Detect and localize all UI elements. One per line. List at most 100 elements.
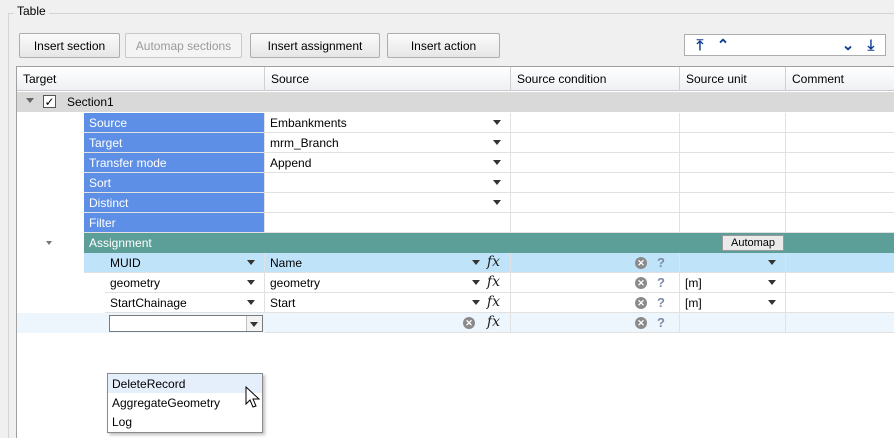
- source-unit-dropdown[interactable]: [680, 253, 786, 273]
- clear-icon[interactable]: ✕: [463, 317, 475, 329]
- table-row[interactable]: Transfer mode Append: [17, 153, 894, 173]
- table-row[interactable]: Source Embankments: [17, 113, 894, 133]
- comment-cell[interactable]: [786, 253, 894, 273]
- assignment-target-dropdown[interactable]: MUID: [105, 253, 265, 273]
- source-unit-cell[interactable]: [680, 173, 786, 193]
- assignment-row[interactable]: Assignment Automap: [17, 233, 894, 253]
- dropdown-option-aggregate-geometry[interactable]: AggregateGeometry: [108, 393, 262, 412]
- source-unit-cell[interactable]: [680, 113, 786, 133]
- comment-cell[interactable]: [786, 133, 894, 153]
- table-row[interactable]: geometry geometry fx ✕? [m]: [17, 273, 894, 293]
- help-icon[interactable]: ?: [657, 255, 665, 270]
- source-condition-cell[interactable]: [511, 193, 680, 213]
- collapse-icon[interactable]: [26, 98, 34, 103]
- chevron-down-icon[interactable]: [768, 280, 776, 285]
- source-condition-cell[interactable]: [511, 213, 680, 233]
- move-up-icon[interactable]: ⌃: [713, 35, 733, 55]
- clear-icon[interactable]: ✕: [635, 277, 647, 289]
- assignment-target-dropdown[interactable]: StartChainage: [105, 293, 265, 313]
- chevron-down-icon[interactable]: [247, 280, 255, 285]
- chevron-down-icon[interactable]: [472, 280, 480, 285]
- chevron-down-icon[interactable]: [493, 180, 501, 185]
- column-header-source-condition[interactable]: Source condition: [511, 67, 680, 91]
- function-icon[interactable]: fx: [487, 274, 500, 290]
- clear-icon[interactable]: ✕: [635, 257, 647, 269]
- chevron-down-icon[interactable]: [247, 300, 255, 305]
- action-expression-cell[interactable]: ✕ fx: [265, 313, 511, 333]
- table-row[interactable]: StartChainage Start fx ✕? [m]: [17, 293, 894, 313]
- chevron-down-icon[interactable]: [250, 322, 258, 327]
- collapse-icon[interactable]: [46, 241, 52, 245]
- comment-cell[interactable]: [786, 313, 894, 333]
- assignment-target-dropdown[interactable]: geometry: [105, 273, 265, 293]
- chevron-down-icon[interactable]: [768, 300, 776, 305]
- source-unit-cell[interactable]: [680, 193, 786, 213]
- source-condition-cell[interactable]: [511, 113, 680, 133]
- source-condition-cell[interactable]: [511, 173, 680, 193]
- new-action-row[interactable]: ✕ fx ✕?: [17, 313, 894, 333]
- property-value-dropdown[interactable]: mrm_Branch: [265, 133, 511, 153]
- chevron-down-icon[interactable]: [247, 260, 255, 265]
- move-down-icon[interactable]: ⌄: [838, 35, 858, 55]
- section-checkbox[interactable]: ✓: [43, 95, 56, 108]
- chevron-down-icon[interactable]: [493, 120, 501, 125]
- insert-assignment-button[interactable]: Insert assignment: [250, 33, 380, 58]
- comment-cell[interactable]: [786, 273, 894, 293]
- action-combobox[interactable]: [109, 315, 263, 332]
- move-to-top-icon[interactable]: ⤒: [690, 35, 710, 55]
- chevron-down-icon[interactable]: [768, 260, 776, 265]
- comment-cell[interactable]: [786, 173, 894, 193]
- insert-section-button[interactable]: Insert section: [19, 33, 120, 58]
- property-value-dropdown[interactable]: [265, 173, 511, 193]
- clear-icon[interactable]: ✕: [635, 317, 647, 329]
- dropdown-option-log[interactable]: Log: [108, 412, 262, 431]
- help-icon[interactable]: ?: [657, 315, 665, 330]
- section-row[interactable]: ✓ Section1: [17, 92, 894, 112]
- source-unit-cell[interactable]: [680, 133, 786, 153]
- comment-cell[interactable]: [786, 193, 894, 213]
- assignment-source-dropdown[interactable]: geometry fx: [265, 273, 511, 293]
- source-condition-cell[interactable]: [511, 153, 680, 173]
- source-condition-cell[interactable]: ✕?: [511, 293, 680, 313]
- assignment-source-dropdown[interactable]: Start fx: [265, 293, 511, 313]
- source-condition-cell[interactable]: ✕?: [511, 253, 680, 273]
- move-to-bottom-icon[interactable]: ⤓: [861, 35, 881, 55]
- insert-action-button[interactable]: Insert action: [387, 33, 500, 58]
- chevron-down-icon[interactable]: [493, 160, 501, 165]
- source-unit-cell[interactable]: [680, 313, 786, 333]
- comment-cell[interactable]: [786, 113, 894, 133]
- help-icon[interactable]: ?: [657, 295, 665, 310]
- function-icon[interactable]: fx: [487, 314, 500, 330]
- help-icon[interactable]: ?: [657, 275, 665, 290]
- source-condition-cell[interactable]: ✕?: [511, 313, 680, 333]
- assignment-source-dropdown[interactable]: Name fx: [265, 253, 511, 273]
- property-value-cell[interactable]: [265, 213, 511, 233]
- property-value-dropdown[interactable]: Embankments: [265, 113, 511, 133]
- automap-sections-button[interactable]: Automap sections: [125, 33, 242, 58]
- source-unit-cell[interactable]: [680, 153, 786, 173]
- table-row[interactable]: Distinct: [17, 193, 894, 213]
- chevron-down-icon[interactable]: [472, 260, 480, 265]
- table-row[interactable]: Filter: [17, 213, 894, 233]
- comment-cell[interactable]: [786, 293, 894, 313]
- clear-icon[interactable]: ✕: [635, 297, 647, 309]
- source-unit-dropdown[interactable]: [m]: [680, 273, 786, 293]
- property-value-dropdown[interactable]: [265, 193, 511, 213]
- column-header-source[interactable]: Source: [265, 67, 511, 91]
- source-condition-cell[interactable]: ✕?: [511, 273, 680, 293]
- column-header-source-unit[interactable]: Source unit: [680, 67, 786, 91]
- table-row[interactable]: Sort: [17, 173, 894, 193]
- source-unit-dropdown[interactable]: [m]: [680, 293, 786, 313]
- function-icon[interactable]: fx: [487, 254, 500, 270]
- function-icon[interactable]: fx: [487, 294, 500, 310]
- source-condition-cell[interactable]: [511, 133, 680, 153]
- chevron-down-icon[interactable]: [472, 300, 480, 305]
- automap-button[interactable]: Automap: [722, 235, 784, 251]
- column-header-target[interactable]: Target: [17, 67, 265, 91]
- table-row[interactable]: Target mrm_Branch: [17, 133, 894, 153]
- comment-cell[interactable]: [786, 213, 894, 233]
- dropdown-option-delete-record[interactable]: DeleteRecord: [108, 374, 262, 393]
- comment-cell[interactable]: [786, 153, 894, 173]
- column-header-comment[interactable]: Comment: [786, 67, 894, 91]
- property-value-dropdown[interactable]: Append: [265, 153, 511, 173]
